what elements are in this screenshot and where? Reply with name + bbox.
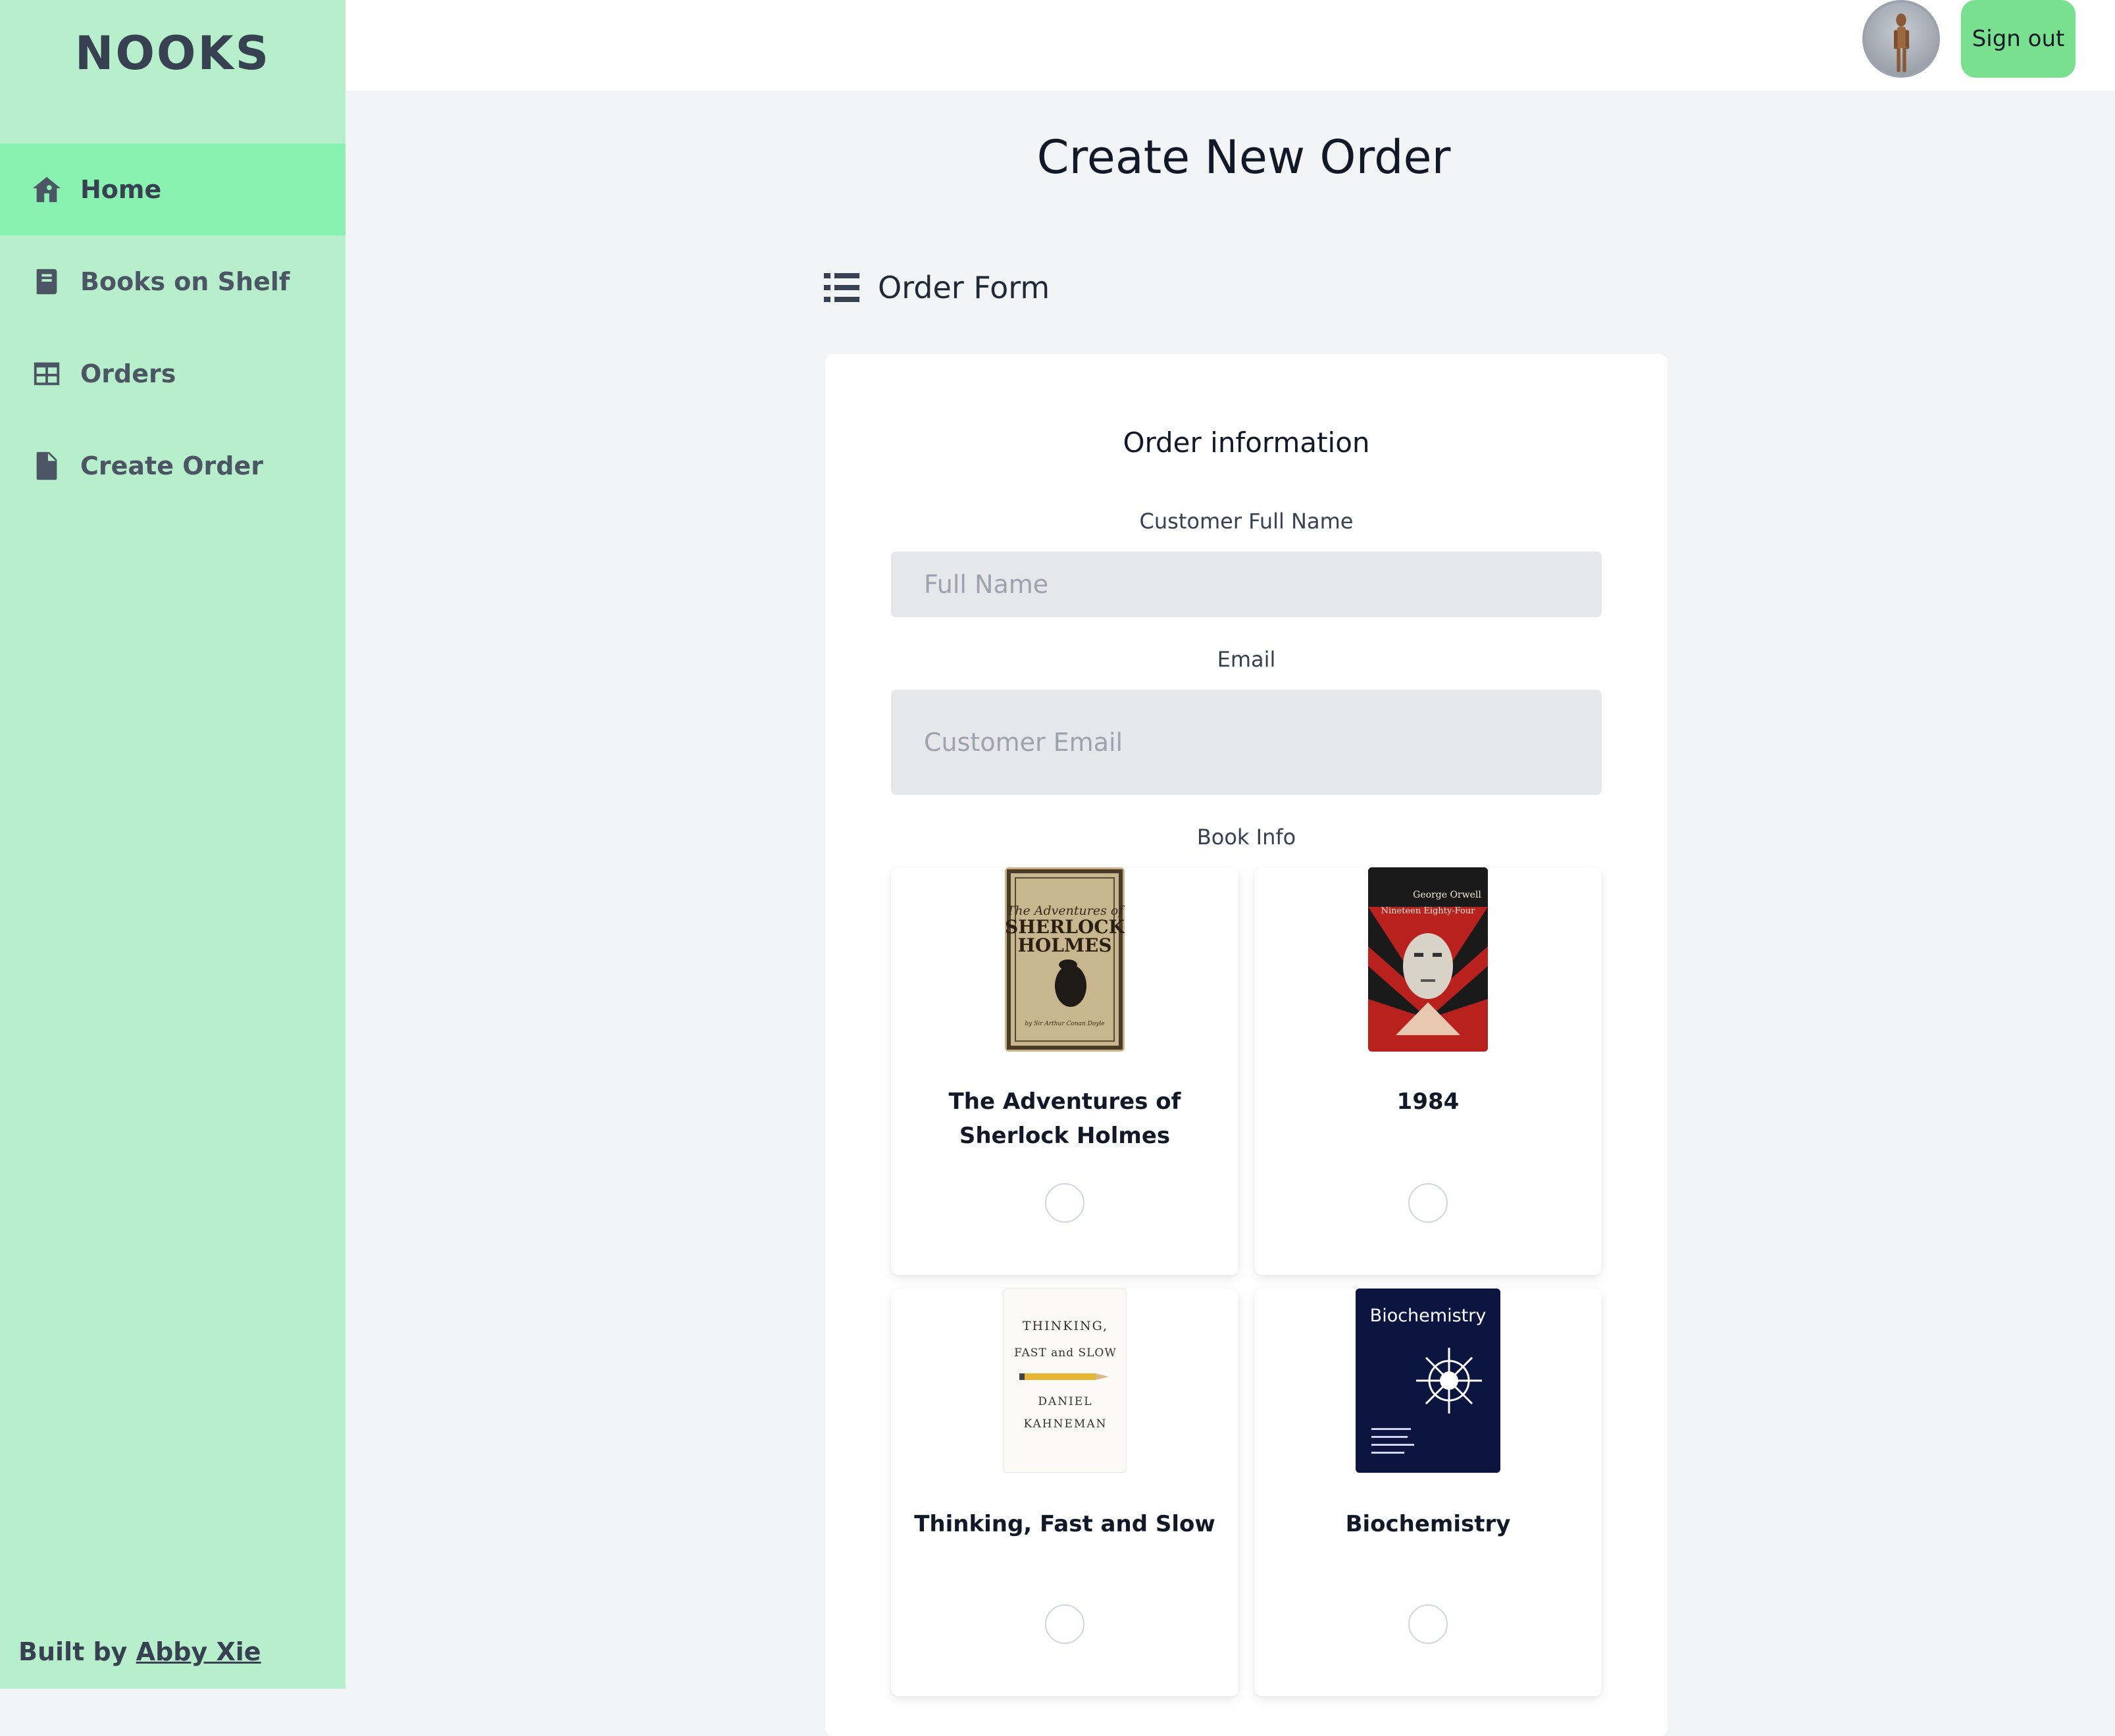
- cover-text: George Orwell: [1413, 890, 1481, 900]
- book-cover-biochemistry: Biochemistry: [1356, 1289, 1500, 1473]
- page-title: Create New Order: [1036, 130, 1451, 184]
- book-cover-sherlock-holmes: The Adventures of SHERLOCK HOLMES by Sir…: [1005, 867, 1125, 1052]
- document-icon: [32, 451, 62, 481]
- brand-logo: NOOKS: [74, 26, 271, 80]
- sidebar-item-create-order[interactable]: Create Order: [0, 420, 345, 512]
- sidebar-item-label: Home: [80, 175, 162, 204]
- cover-text: HOLMES: [1017, 934, 1111, 956]
- sidebar-item-label: Books on Shelf: [80, 267, 290, 296]
- author-link[interactable]: Abby Xie: [136, 1637, 261, 1666]
- user-avatar[interactable]: [1862, 0, 1940, 78]
- customer-name-label: Customer Full Name: [1139, 509, 1354, 534]
- cover-text: DANIEL: [1038, 1395, 1092, 1408]
- top-bar: [345, 0, 2115, 91]
- book-radio-sherlock-holmes[interactable]: [1045, 1183, 1084, 1223]
- sidebar-item-books-on-shelf[interactable]: Books on Shelf: [0, 236, 345, 328]
- order-form-card: Order information Customer Full Name Ema…: [825, 354, 1668, 1736]
- book-info-label: Book Info: [1196, 825, 1296, 850]
- book-title: Biochemistry: [1345, 1511, 1511, 1537]
- sidebar-item-label: Create Order: [80, 451, 263, 480]
- cover-text: FAST and SLOW: [1014, 1346, 1117, 1360]
- book-radio-1984[interactable]: [1408, 1183, 1448, 1223]
- footer-credit: Built by Abby Xie: [18, 1637, 261, 1666]
- customer-email-input[interactable]: [891, 690, 1602, 795]
- book-radio-thinking-fast-and-slow[interactable]: [1045, 1604, 1084, 1644]
- book-card-sherlock-holmes[interactable]: The Adventures of SHERLOCK HOLMES by Sir…: [891, 867, 1238, 1275]
- book-title: 1984: [1396, 1088, 1460, 1115]
- book-radio-biochemistry[interactable]: [1408, 1604, 1448, 1644]
- cover-text: by Sir Arthur Conan Doyle: [1025, 1021, 1104, 1027]
- section-title: Order Form: [878, 270, 1050, 305]
- sidebar-item-orders[interactable]: Orders: [0, 328, 345, 420]
- sidebar-item-label: Orders: [80, 359, 176, 388]
- form-heading: Order information: [1123, 426, 1370, 459]
- email-label: Email: [1217, 647, 1276, 672]
- section-header: Order Form: [824, 270, 1050, 305]
- list-icon: [824, 273, 859, 302]
- book-title: Thinking, Fast and Slow: [914, 1511, 1215, 1537]
- book-card-biochemistry[interactable]: Biochemistry Biochemistry: [1254, 1289, 1602, 1697]
- book-card-1984[interactable]: George Orwell Nineteen Eighty-Four 1984: [1254, 867, 1602, 1275]
- footer-prefix: Built by: [18, 1637, 136, 1666]
- home-icon: [32, 174, 62, 205]
- book-cover-1984: George Orwell Nineteen Eighty-Four: [1368, 867, 1488, 1052]
- table-icon: [32, 359, 62, 389]
- cover-text: KAHNEMAN: [1024, 1417, 1108, 1431]
- book-icon: [32, 267, 62, 297]
- sidebar-item-home[interactable]: Home: [0, 143, 345, 236]
- customer-name-input[interactable]: [891, 551, 1602, 617]
- cover-text: Biochemistry: [1370, 1306, 1487, 1326]
- cover-text: Nineteen Eighty-Four: [1381, 906, 1476, 916]
- book-title: The Adventures of Sherlock Holmes: [948, 1088, 1181, 1149]
- book-card-thinking-fast-and-slow[interactable]: THINKING, FAST and SLOW DANIEL KAHNEMAN …: [891, 1289, 1238, 1697]
- book-cover-thinking-fast-and-slow: THINKING, FAST and SLOW DANIEL KAHNEMAN: [1003, 1289, 1127, 1473]
- mannequin-avatar-icon: [1894, 13, 1910, 72]
- sidebar: NOOKS Home Books on Shelf Orders Create …: [0, 0, 345, 1689]
- cover-text: THINKING,: [1023, 1319, 1108, 1333]
- sign-out-button[interactable]: Sign out: [1961, 0, 2076, 78]
